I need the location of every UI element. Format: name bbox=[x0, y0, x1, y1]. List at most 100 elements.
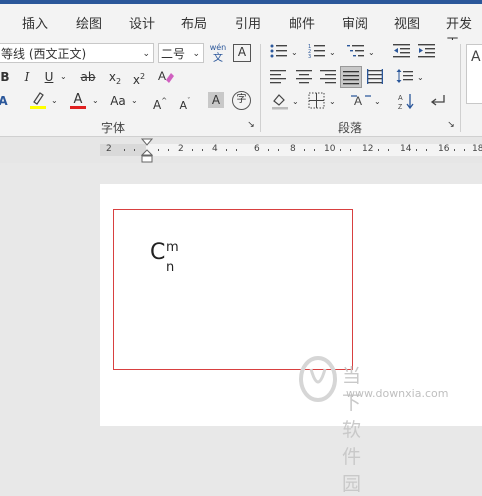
tab-design[interactable]: 设计 bbox=[129, 13, 155, 32]
chevron-down-icon[interactable]: ⌄ bbox=[329, 93, 336, 113]
ruler-mark: 10 bbox=[324, 144, 336, 154]
font-dialog-launcher-icon[interactable]: ↘ bbox=[246, 120, 256, 130]
ruler-mark: 6 bbox=[254, 144, 260, 154]
increase-indent-icon[interactable] bbox=[418, 43, 436, 63]
ruler-mark: 18 bbox=[472, 144, 482, 154]
font-name-dropdown[interactable]: 等线 (西文正文) ⌄ bbox=[0, 43, 154, 63]
show-formatting-marks-icon[interactable] bbox=[429, 92, 447, 112]
subscript-button[interactable]: x2 bbox=[106, 68, 124, 88]
align-left-icon[interactable] bbox=[270, 68, 288, 88]
superscript-button[interactable]: x2 bbox=[130, 68, 148, 88]
ribbon-tab-bar: 插入 绘图 设计 布局 引用 邮件 审阅 视图 开发工 bbox=[0, 0, 482, 51]
equation-text-frame[interactable] bbox=[113, 209, 353, 370]
paragraph-dialog-launcher-icon[interactable]: ↘ bbox=[446, 120, 456, 130]
tab-draw[interactable]: 绘图 bbox=[76, 13, 102, 32]
character-border-button[interactable]: A bbox=[233, 44, 251, 62]
superscript-x: x bbox=[132, 73, 140, 87]
shrink-font-glyph: A bbox=[179, 99, 188, 112]
align-right-icon[interactable] bbox=[319, 68, 337, 88]
text-effects-icon[interactable]: A bbox=[0, 92, 10, 112]
combination-formula[interactable]: C m n bbox=[150, 240, 179, 275]
font-color-button[interactable]: A bbox=[68, 90, 88, 110]
superscript-2: 2 bbox=[140, 72, 146, 81]
font-size-dropdown[interactable]: 二号 ⌄ bbox=[158, 43, 204, 63]
formula-base: C bbox=[150, 240, 166, 265]
indent-markers-icon[interactable] bbox=[141, 138, 153, 164]
ribbon: 等线 (西文正文) ⌄ 二号 ⌄ wén 文 A B I U ⌄ ab x2 x… bbox=[0, 40, 482, 137]
paragraph-group-label: 段落 bbox=[338, 121, 363, 135]
tab-insert[interactable]: 插入 bbox=[22, 13, 48, 32]
bullets-icon[interactable] bbox=[270, 43, 288, 63]
chevron-down-icon[interactable]: ⌄ bbox=[291, 44, 298, 64]
styles-gallery[interactable]: A bbox=[466, 44, 482, 104]
borders-icon[interactable] bbox=[308, 92, 326, 112]
svg-text:3: 3 bbox=[308, 54, 311, 59]
ruler-mark: 16 bbox=[438, 144, 450, 154]
strikethrough-button[interactable]: ab bbox=[78, 68, 98, 88]
wen-pinyin: wén bbox=[209, 43, 227, 52]
align-center-icon[interactable] bbox=[295, 68, 313, 88]
chevron-down-icon: ⌄ bbox=[142, 49, 150, 59]
svg-text:A: A bbox=[158, 69, 166, 83]
character-border-label: A bbox=[237, 45, 247, 59]
highlight-color-button[interactable] bbox=[28, 90, 48, 110]
chevron-down-icon[interactable]: ⌄ bbox=[92, 92, 99, 112]
shrink-font-button[interactable]: Aˇ bbox=[178, 92, 192, 112]
chevron-down-icon[interactable]: ⌄ bbox=[60, 68, 67, 88]
justify-icon[interactable] bbox=[340, 66, 362, 88]
ruler-mark: 2 bbox=[178, 144, 184, 154]
bold-button[interactable]: B bbox=[0, 68, 12, 88]
enclose-characters-button[interactable]: 字 bbox=[232, 91, 251, 110]
clear-formatting-icon[interactable]: A bbox=[156, 67, 176, 87]
chevron-down-icon: ⌄ bbox=[192, 49, 200, 59]
chevron-down-icon[interactable]: ⌄ bbox=[374, 93, 381, 113]
decrease-indent-icon[interactable] bbox=[393, 43, 411, 63]
subscript-2: 2 bbox=[116, 77, 122, 86]
chevron-down-icon[interactable]: ⌄ bbox=[131, 92, 138, 112]
font-size-value: 二号 bbox=[161, 47, 186, 61]
ruler-mark: 8 bbox=[290, 144, 296, 154]
distributed-icon[interactable] bbox=[366, 68, 384, 88]
chevron-down-icon[interactable]: ⌄ bbox=[51, 92, 58, 112]
tab-layout[interactable]: 布局 bbox=[181, 13, 207, 32]
chevron-down-icon[interactable]: ⌄ bbox=[329, 44, 336, 64]
sort-icon[interactable]: AZ bbox=[398, 92, 416, 112]
horizontal-ruler[interactable]: 2 2 4 6 8 10 12 14 16 18 bbox=[0, 137, 482, 163]
chevron-down-icon[interactable]: ⌄ bbox=[292, 93, 299, 113]
line-spacing-icon[interactable] bbox=[396, 68, 414, 88]
font-group-label: 字体 bbox=[101, 121, 126, 135]
font-color-swatch bbox=[70, 106, 86, 109]
subscript-x: x bbox=[108, 70, 116, 84]
chevron-down-icon[interactable]: ⌄ bbox=[368, 44, 375, 64]
ruler-mark: 14 bbox=[400, 144, 412, 154]
ruler-mark: 4 bbox=[212, 144, 218, 154]
italic-button[interactable]: I bbox=[20, 68, 34, 88]
grow-font-button[interactable]: A^ bbox=[153, 92, 167, 112]
tab-references[interactable]: 引用 bbox=[235, 13, 261, 32]
ruler-mark: 2 bbox=[106, 144, 112, 154]
font-name-value: 等线 (西文正文) bbox=[1, 47, 87, 61]
svg-text:Z: Z bbox=[398, 104, 403, 110]
change-case-button[interactable]: Aa bbox=[107, 92, 129, 112]
styles-gallery-preview-icon: A bbox=[471, 49, 481, 65]
chevron-down-icon[interactable]: ⌄ bbox=[417, 69, 424, 89]
font-color-glyph: A bbox=[73, 92, 83, 107]
tab-review[interactable]: 审阅 bbox=[342, 13, 368, 32]
asian-layout-icon[interactable]: A bbox=[351, 92, 371, 112]
character-shading-button[interactable]: A bbox=[208, 92, 224, 108]
title-bar-edge bbox=[0, 0, 482, 4]
tab-view[interactable]: 视图 bbox=[394, 13, 420, 32]
ruler-mark: 12 bbox=[362, 144, 374, 154]
group-separator bbox=[260, 44, 261, 132]
phonetic-guide-button[interactable]: wén 文 bbox=[208, 42, 228, 66]
grow-font-glyph: A bbox=[153, 98, 162, 112]
wen-character: 文 bbox=[213, 53, 223, 64]
watermark-logo-icon bbox=[299, 356, 337, 402]
shading-icon[interactable] bbox=[271, 92, 289, 112]
multilevel-list-icon[interactable] bbox=[347, 43, 365, 63]
tab-mailings[interactable]: 邮件 bbox=[289, 13, 315, 32]
formula-subscript: n bbox=[166, 260, 175, 275]
formula-superscript: m bbox=[166, 240, 179, 255]
underline-button[interactable]: U bbox=[42, 68, 56, 88]
numbering-icon[interactable]: 123 bbox=[308, 43, 326, 63]
